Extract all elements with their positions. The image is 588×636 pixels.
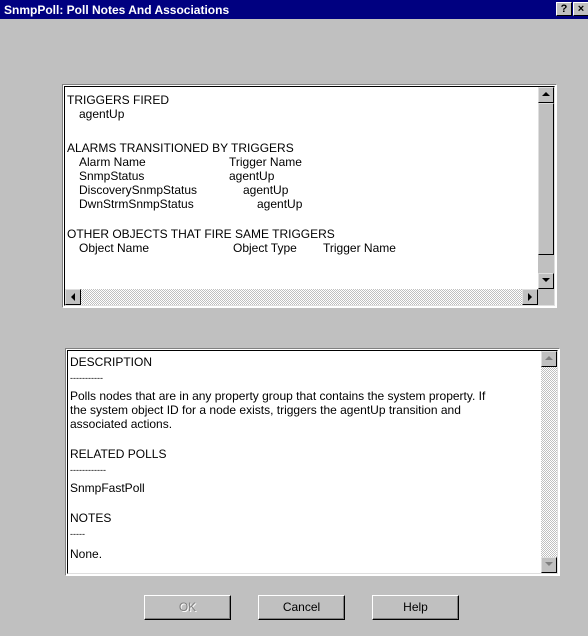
up-arrow-icon[interactable]	[541, 351, 557, 367]
left-arrow-icon[interactable]	[65, 289, 81, 305]
alarm-row-trigger: agentUp	[229, 169, 275, 183]
object-type-column-header: Object Type	[233, 241, 297, 255]
notes-text: None.	[70, 547, 103, 561]
window-title: SnmpPoll: Poll Notes And Associations	[4, 3, 230, 17]
triggers-fired-item: agentUp	[79, 107, 125, 121]
alarm-row-trigger: agentUp	[257, 197, 303, 211]
ok-button[interactable]: OK	[144, 595, 231, 620]
alarm-row-trigger: agentUp	[243, 183, 289, 197]
alarms-heading: ALARMS TRANSITIONED BY TRIGGERS	[67, 141, 294, 155]
trigger-name-column-header: Trigger Name	[323, 241, 396, 255]
triggers-panel[interactable]: TRIGGERS FIRED agentUp ALARMS TRANSITION…	[62, 84, 557, 308]
trigger-name-column-header: Trigger Name	[229, 155, 302, 169]
description-text: Polls nodes that are in any property gro…	[70, 389, 486, 403]
down-arrow-icon[interactable]	[538, 273, 554, 289]
notes-rule: -----	[70, 529, 85, 539]
close-title-button[interactable]: ×	[573, 2, 588, 16]
alarm-name-column-header: Alarm Name	[79, 155, 146, 169]
description-text: the system object ID for a node exists, …	[70, 403, 461, 417]
alarm-row-name: DiscoverySnmpStatus	[79, 183, 198, 197]
up-arrow-icon[interactable]	[538, 87, 554, 103]
related-poll-item: SnmpFastPoll	[70, 481, 145, 495]
vertical-scrollbar[interactable]	[541, 351, 557, 573]
alarm-row-name: DwnStrmSnmpStatus	[79, 197, 194, 211]
right-arrow-icon[interactable]	[522, 289, 538, 305]
help-title-button[interactable]: ?	[556, 2, 572, 16]
alarm-row-name: SnmpStatus	[79, 169, 145, 183]
description-rule: -----------	[70, 373, 103, 383]
scroll-thumb[interactable]	[538, 103, 554, 255]
scrollbar-corner	[538, 289, 554, 305]
notes-heading: NOTES	[70, 511, 112, 525]
other-objects-heading: OTHER OBJECTS THAT FIRE SAME TRIGGERS	[67, 227, 335, 241]
down-arrow-icon[interactable]	[541, 557, 557, 573]
object-name-column-header: Object Name	[79, 241, 150, 255]
related-polls-heading: RELATED POLLS	[70, 447, 167, 461]
horizontal-scrollbar[interactable]	[65, 289, 538, 305]
description-text: associated actions.	[70, 417, 173, 431]
title-bar: SnmpPoll: Poll Notes And Associations ? …	[0, 0, 588, 19]
vertical-scrollbar[interactable]	[538, 87, 554, 289]
description-heading: DESCRIPTION	[70, 355, 153, 369]
triggers-fired-heading: TRIGGERS FIRED	[67, 93, 170, 107]
cancel-button[interactable]: Cancel	[258, 595, 345, 620]
help-button[interactable]: Help	[372, 595, 459, 620]
related-polls-rule: ------------	[70, 465, 106, 475]
description-panel[interactable]: DESCRIPTION ----------- Polls nodes that…	[65, 348, 560, 576]
